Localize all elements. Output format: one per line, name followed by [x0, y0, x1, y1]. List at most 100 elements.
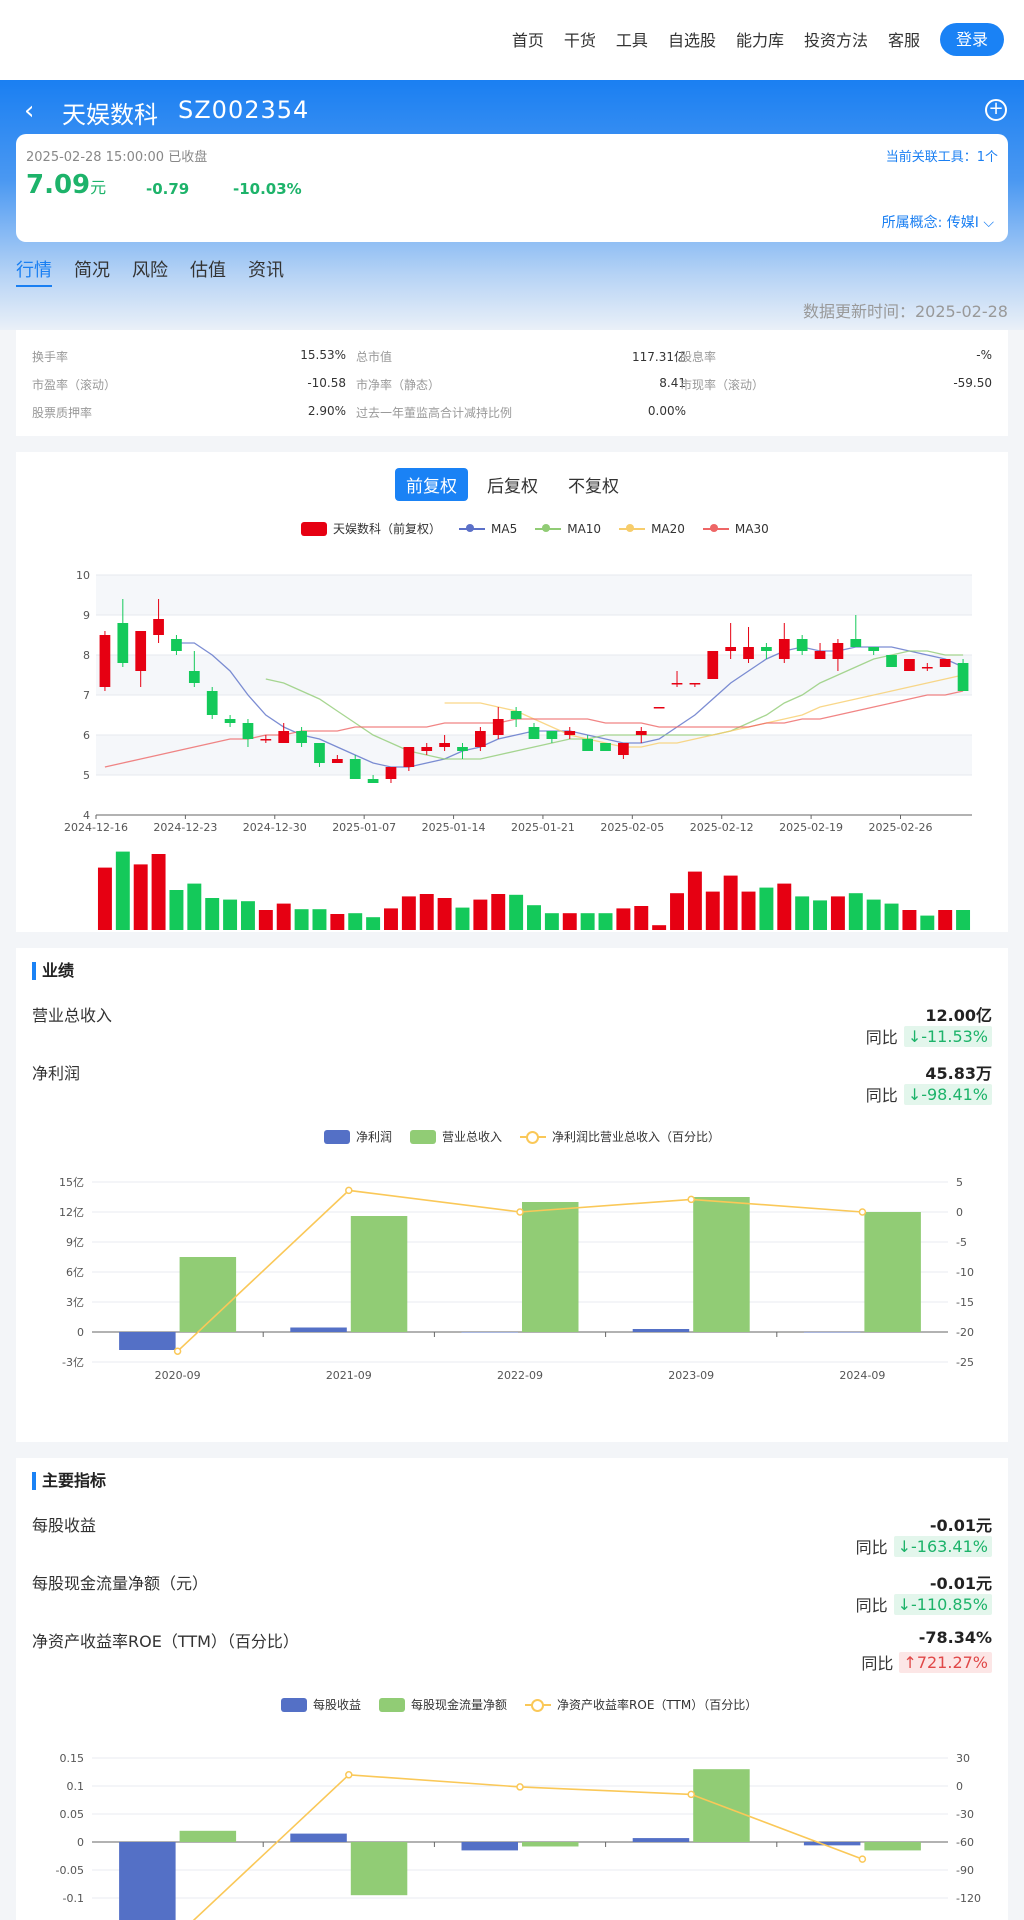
current-price: 7.09元 [26, 170, 106, 200]
volume-bar [205, 898, 220, 930]
legend-swatch [535, 522, 562, 536]
legend-item[interactable]: 每股收益 [281, 1696, 361, 1713]
line-point [516, 1208, 524, 1216]
legend-item[interactable]: 净利润比营业总收入（百分比） [520, 1128, 720, 1145]
tab-overview[interactable]: 简况 [74, 256, 110, 287]
candle [367, 779, 379, 783]
nav-item-methods[interactable]: 投资方法 [804, 27, 868, 51]
legend-item[interactable]: MA10 [535, 522, 601, 536]
volume-bar [598, 913, 613, 930]
candle [832, 643, 844, 659]
legend-item[interactable]: MA5 [459, 522, 517, 536]
candle [99, 635, 111, 687]
bar-series-1 [290, 1327, 347, 1332]
bar-series-1 [119, 1332, 176, 1350]
concept-dropdown[interactable]: 所属概念: 传媒I ⌵ [882, 212, 994, 232]
bar-series-2 [350, 1842, 408, 1896]
grid-band [96, 575, 972, 615]
metric-label: 市盈率（滚动） [32, 378, 117, 392]
y-tick-label: 7 [83, 689, 90, 702]
volume-bar [544, 913, 559, 930]
adjust-option-forward[interactable]: 前复权 [395, 468, 468, 501]
price-change-pct: -10.03% [233, 180, 302, 198]
volume-bar [473, 899, 488, 930]
candle [510, 711, 522, 719]
candle [743, 647, 754, 659]
candle [475, 731, 486, 747]
volume-bar [187, 883, 202, 930]
volume-bar [848, 893, 863, 930]
tab-news[interactable]: 资讯 [248, 256, 284, 287]
legend-item[interactable]: MA30 [702, 521, 769, 536]
legend-item[interactable]: MA20 [619, 522, 685, 536]
bar-series-2 [522, 1202, 579, 1332]
adjust-option-none[interactable]: 不复权 [557, 468, 630, 501]
nav-item-articles[interactable]: 干货 [564, 27, 596, 51]
legend-item[interactable]: 营业总收入 [410, 1128, 502, 1145]
yoy-badge: ↑721.27% [899, 1651, 992, 1673]
y-right-tick-label: -90 [956, 1864, 974, 1877]
roe-value: -78.34% [918, 1628, 992, 1647]
performance-chart[interactable]: 15亿 5 12亿 0 9亿 -5 6亿 -10 3亿 -15 0 -20 -3亿 -25 2020-09 2… [16, 1164, 1008, 1438]
related-tools-link[interactable]: 当前关联工具：1个 [886, 146, 998, 165]
roe-yoy: 同比 ↑721.27% [861, 1650, 992, 1674]
nav-item-watchlist[interactable]: 自选股 [668, 27, 716, 51]
chevron-down-icon: ⌵ [983, 215, 994, 231]
y-left-tick-label: 0 [77, 1326, 84, 1339]
nav-item-home[interactable]: 首页 [512, 27, 544, 51]
volume-bar [795, 896, 810, 930]
candle [904, 659, 915, 671]
volume-bar [902, 910, 917, 930]
price-value: 7.09 [26, 170, 91, 200]
login-button[interactable]: 登录 [940, 23, 1004, 56]
volume-bar [312, 909, 327, 930]
volume-bar [616, 908, 631, 930]
candle [171, 639, 182, 651]
y-tick-label: 6 [83, 729, 90, 742]
candle [439, 743, 450, 747]
legend-item[interactable]: 净利润 [324, 1128, 392, 1145]
legend-item[interactable]: 净资产收益率ROE（TTM）（百分比） [525, 1696, 757, 1713]
x-tick-label: 2025-01-14 [422, 821, 486, 834]
tab-risk[interactable]: 风险 [132, 256, 168, 287]
concept-label: 所属概念: 传媒I [881, 215, 979, 231]
legend-label: MA30 [734, 521, 769, 536]
line-point [516, 1783, 524, 1791]
candle [349, 759, 361, 779]
nav-item-ability[interactable]: 能力库 [736, 27, 784, 51]
bar-series-1 [119, 1842, 176, 1920]
metric-label: 换手率 [32, 350, 69, 364]
yoy-label: 同比 [865, 1028, 898, 1047]
legend-item[interactable]: 每股现金流量净额 [379, 1696, 507, 1713]
tab-valuation[interactable]: 估值 [190, 256, 226, 287]
back-arrow-icon[interactable]: ‹ [24, 98, 34, 124]
indicators-chart[interactable]: 0.15300.100.05-300-60-0.05-90-0.1-120-0.… [16, 1730, 1008, 1920]
nav-item-tools[interactable]: 工具 [616, 27, 648, 51]
volume-bar [830, 896, 845, 930]
y-right-tick-label: -120 [956, 1892, 981, 1905]
quote-time: 2025-02-28 15:00:00 已收盘 [26, 150, 208, 165]
kline-chart[interactable]: 109876542024-12-16 2024-12-23 2024-12-30 20… [16, 562, 1008, 932]
yoy-label: 同比 [855, 1538, 888, 1557]
add-watchlist-icon[interactable]: + [985, 99, 1007, 121]
cashflow-value: -0.01元 [929, 1574, 992, 1593]
legend-label: MA10 [567, 521, 602, 536]
bar-series-2 [179, 1830, 237, 1842]
adjust-option-backward[interactable]: 后复权 [476, 468, 549, 501]
legend-item[interactable]: 天娱数科（前复权） [301, 520, 441, 537]
legend-label: 净利润比营业总收入（百分比） [552, 1130, 721, 1144]
candle [635, 731, 647, 735]
volume-bar [884, 903, 899, 930]
nav-item-service[interactable]: 客服 [888, 27, 920, 51]
volume-bar [330, 914, 345, 930]
y-left-tick-label: 0.1 [67, 1780, 85, 1793]
legend-label: 每股收益 [313, 1698, 362, 1712]
price-change: -0.79 [146, 180, 190, 198]
x-tick-label: 2023-09 [668, 1369, 714, 1382]
volume-bar [240, 901, 255, 930]
candle [814, 651, 826, 659]
tab-market[interactable]: 行情 [16, 256, 52, 287]
yoy-badge: ↓-98.41% [903, 1083, 992, 1105]
volume-bar [741, 891, 756, 930]
legend-swatch [459, 522, 486, 536]
